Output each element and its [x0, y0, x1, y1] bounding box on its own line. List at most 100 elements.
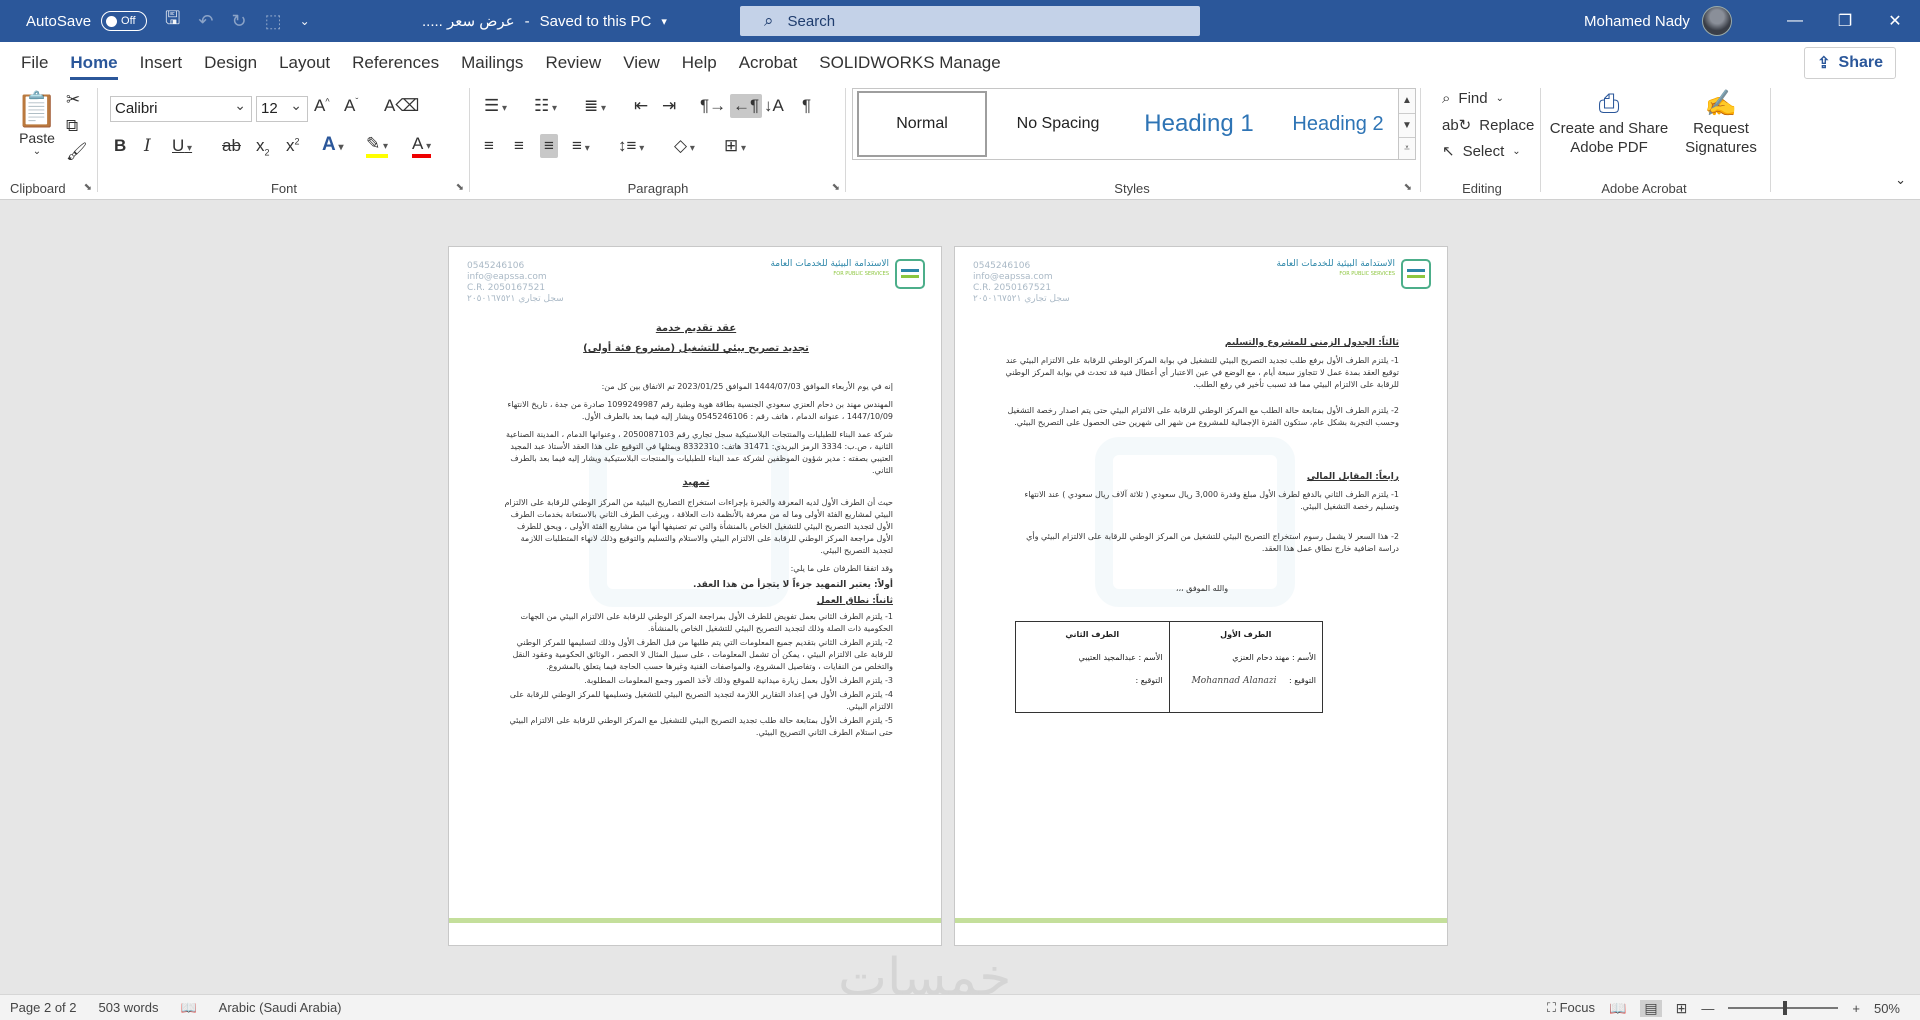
dialog-launcher-icon[interactable]: ⬊ [832, 182, 840, 193]
autosave-label: AutoSave [26, 12, 92, 30]
print-layout-icon[interactable]: ▤ [1640, 999, 1662, 1017]
tab-view[interactable]: View [612, 42, 671, 84]
multilevel-list-icon[interactable]: ≣ [584, 96, 606, 116]
tab-home[interactable]: Home [59, 42, 128, 84]
document-name: عرض سعر ..... [422, 13, 515, 30]
account[interactable]: Mohamed Nady [1584, 0, 1732, 42]
borders-icon[interactable]: ⊞ [724, 136, 746, 156]
tab-help[interactable]: Help [671, 42, 728, 84]
list-item: 2- يلتزم الطرف الثاني بتقديم جميع المعلو… [512, 638, 893, 671]
grow-font-icon[interactable]: A^ [314, 96, 330, 116]
focus-button[interactable]: ⛶ Focus [1547, 1000, 1595, 1016]
copy-icon[interactable]: ⧉ [66, 116, 78, 136]
tab-review[interactable]: Review [534, 42, 612, 84]
chevron-down-icon: ⌄ [32, 146, 42, 157]
font-size-select[interactable]: 12 [256, 93, 308, 122]
word-count[interactable]: 503 words [99, 1000, 159, 1015]
decrease-indent-icon[interactable]: ⇤ [634, 96, 648, 116]
align-right-icon[interactable]: ≡ [540, 134, 558, 158]
font-label: Font [270, 181, 297, 196]
dialog-launcher-icon[interactable]: ⬊ [456, 182, 464, 193]
touch-mode-icon[interactable]: ⬚ [265, 11, 282, 32]
document-title[interactable]: عرض سعر ..... - Saved to this PC ▾ [422, 0, 667, 42]
tab-mailings[interactable]: Mailings [450, 42, 534, 84]
undo-icon[interactable]: ↶ [198, 11, 213, 32]
header-contact: 0545246106 info@eapssa.com C.R. 20501675… [973, 261, 1070, 304]
zoom-out-icon[interactable]: — [1701, 1001, 1714, 1016]
view-controls: ⛶ Focus 📖 ▤ ⊞ — + 50% [1547, 995, 1920, 1020]
zoom-in-icon[interactable]: + [1852, 1001, 1860, 1016]
first-party-cell: الطرف الأول الأسم : مهند دحام العنزي الت… [1191, 630, 1316, 686]
dialog-launcher-icon[interactable]: ⬊ [84, 182, 92, 193]
tab-file[interactable]: File [10, 42, 59, 84]
chevron-down-icon: ▾ [661, 15, 667, 28]
autosave-toggle[interactable]: Off [101, 11, 148, 31]
strikethrough-icon[interactable]: ab [222, 136, 241, 156]
paste-button[interactable]: 📋 Paste ⌄ [14, 90, 60, 157]
proofing-icon[interactable]: 📖 [180, 1000, 196, 1016]
increase-indent-icon[interactable]: ⇥ [662, 96, 676, 116]
format-painter-icon[interactable]: 🖌 [66, 142, 88, 162]
clear-formatting-icon[interactable]: A⌫ [384, 96, 419, 116]
bold-icon[interactable]: B [114, 136, 126, 156]
ltr-icon[interactable]: ¶→ [700, 96, 726, 116]
tab-layout[interactable]: Layout [268, 42, 341, 84]
dialog-launcher-icon[interactable]: ⬊ [1404, 182, 1412, 193]
document-canvas[interactable]: 0545246106 info@eapssa.com C.R. 20501675… [0, 200, 1920, 1008]
customize-toolbar-icon[interactable]: ⌄ [300, 14, 310, 28]
zoom-level[interactable]: 50% [1874, 1001, 1900, 1016]
window-controls: — ❐ ✕ [1770, 0, 1920, 42]
avatar[interactable] [1701, 6, 1732, 36]
cut-icon[interactable]: ✂ [66, 90, 80, 110]
tab-solidworks-manage[interactable]: SOLIDWORKS Manage [808, 42, 1011, 84]
rtl-icon[interactable]: ←¶ [730, 94, 763, 118]
shading-icon[interactable]: ◇ [674, 136, 695, 156]
restore-icon[interactable]: ❐ [1820, 11, 1870, 31]
language[interactable]: Arabic (Saudi Arabia) [219, 1000, 342, 1015]
numbering-icon[interactable]: ☷ [534, 96, 557, 116]
web-layout-icon[interactable]: ⊞ [1676, 1000, 1688, 1017]
zoom-slider[interactable] [1728, 1001, 1839, 1015]
tab-insert[interactable]: Insert [129, 42, 194, 84]
collapse-ribbon-icon[interactable]: ⌄ [1895, 172, 1906, 188]
scope-list: 1- يلتزم الطرف الثاني بعمل تفويض للطرف ا… [499, 611, 893, 739]
font-color-icon[interactable]: A [412, 134, 432, 158]
page-footer-bar [955, 918, 1447, 923]
close-icon[interactable]: ✕ [1870, 11, 1920, 31]
tab-acrobat[interactable]: Acrobat [728, 42, 809, 84]
logo-icon [1401, 259, 1431, 289]
italic-icon[interactable]: I [144, 136, 151, 156]
acrobat-group: Adobe Acrobat [1544, 84, 1744, 200]
highlight-color-icon[interactable]: ✎ [366, 134, 389, 158]
share-icon: ⇪ [1817, 55, 1831, 72]
page-2[interactable]: 0545246106 info@eapssa.com C.R. 20501675… [954, 246, 1448, 946]
save-status: Saved to this PC [539, 12, 652, 30]
minimize-icon[interactable]: — [1770, 12, 1820, 30]
show-formatting-icon[interactable]: ¶ [802, 96, 811, 116]
align-center-icon[interactable]: ≡ [514, 136, 524, 156]
align-left-icon[interactable]: ≡ [484, 136, 494, 156]
line-spacing-icon[interactable]: ↕≡ [618, 136, 644, 156]
bullets-icon[interactable]: ☰ [484, 96, 507, 116]
zoom-thumb[interactable] [1783, 1001, 1788, 1015]
redo-icon[interactable]: ↻ [231, 11, 246, 32]
read-mode-icon[interactable]: 📖 [1609, 1000, 1626, 1017]
save-icon[interactable]: 🖫 [165, 6, 180, 36]
underline-icon[interactable]: U [172, 136, 192, 156]
share-button[interactable]: ⇪ Share [1804, 47, 1896, 79]
page-counter[interactable]: Page 2 of 2 [10, 1000, 77, 1015]
font-name-select[interactable]: Calibri [110, 93, 252, 122]
justify-icon[interactable]: ≡ [572, 136, 590, 156]
sort-icon[interactable]: ↓A [764, 96, 784, 116]
search-input[interactable]: ⌕ Search [740, 6, 1200, 36]
text-effects-icon[interactable]: A [322, 134, 344, 156]
subscript-icon[interactable]: x2 [256, 136, 270, 157]
tab-design[interactable]: Design [193, 42, 268, 84]
page-1[interactable]: 0545246106 info@eapssa.com C.R. 20501675… [448, 246, 942, 946]
list-item: 1- يلتزم الطرف الثاني بعمل تفويض للطرف ا… [520, 612, 893, 633]
shrink-font-icon[interactable]: Aˇ [344, 96, 358, 116]
save-status-sep: - [524, 12, 530, 30]
tab-references[interactable]: References [341, 42, 450, 84]
search-placeholder: Search [787, 12, 836, 30]
superscript-icon[interactable]: x2 [286, 136, 300, 156]
